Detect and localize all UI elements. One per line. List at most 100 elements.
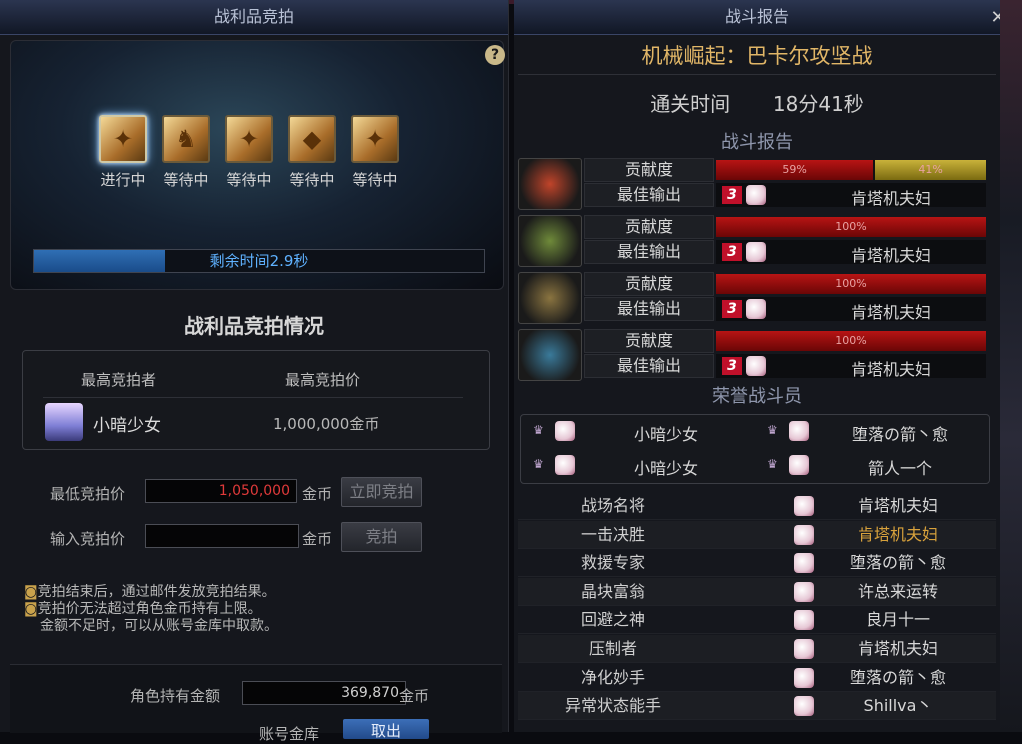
- loot-auction-panel: 战利品竞拍 ? ✦ 进行中 ♞ 等待中 ✦ 等待中 ◆ 等待中 ✦ 等待中 剩余时间2.9秒 战利…: [0, 0, 509, 743]
- highest-bidder-name: 小暗少女: [93, 416, 161, 436]
- auction-status-heading: 战利品竞拍情况: [184, 314, 324, 338]
- boss-row: 贡献度 59% 41% 最佳输出 3 肯塔机夫妇: [518, 158, 988, 210]
- battle-report-title: 战斗报告: [514, 0, 1000, 35]
- min-bid-value: 1,050,000: [218, 483, 290, 499]
- account-vault-label: 账号金库: [259, 725, 320, 743]
- report-section-heading: 战斗报告: [721, 132, 793, 153]
- contribution-segment: 100%: [716, 274, 986, 294]
- contribution-label-cell: 贡献度: [584, 329, 714, 353]
- contribution-bar: 59% 41%: [716, 160, 986, 180]
- award-row: 战场名将 肯塔机夫妇: [518, 492, 996, 520]
- help-icon[interactable]: ?: [485, 45, 505, 65]
- min-bid-field: 1,050,000: [145, 479, 297, 503]
- rank-badge-icon: 3: [722, 186, 742, 204]
- highest-price-header: 最高竞拍价: [285, 371, 361, 389]
- best-dps-label-cell: 最佳输出: [584, 354, 714, 378]
- input-bid-label: 输入竞拍价: [50, 530, 126, 548]
- honor-member-name: 小暗少女: [633, 459, 698, 478]
- battle-report-panel: 战斗报告 ✕ 机械崛起：巴卡尔攻坚战 通关时间 18分41秒 战斗报告 贡献度 5…: [514, 0, 1006, 732]
- char-gold-label: 角色持有金额: [130, 687, 221, 705]
- contribution-percent: 41%: [918, 163, 943, 176]
- award-title: 一击决胜: [580, 524, 645, 544]
- contribution-percent: 100%: [835, 220, 867, 233]
- award-row: 压制者 肯塔机夫妇: [518, 635, 996, 663]
- award-row: 异常状态能手 Shillva丶: [518, 692, 996, 721]
- honor-member-name: 堕落の箭丶愈: [851, 425, 948, 444]
- award-row: 回避之神 良月十一: [518, 606, 996, 635]
- contribution-label: 贡献度: [624, 331, 673, 350]
- best-dps-cell: 3 肯塔机夫妇: [716, 183, 986, 208]
- crest-icon: ♛: [533, 423, 544, 437]
- loot-slot-status: 等待中: [289, 171, 335, 189]
- award-player: 许总来运转: [857, 581, 938, 601]
- honor-box: ♛ 小暗少女 ♛ 堕落の箭丶愈 ♛ 小暗少女 ♛ 箭人一个: [520, 414, 990, 484]
- best-dps-label-cell: 最佳输出: [584, 297, 714, 321]
- contribution-segment: 100%: [716, 331, 986, 351]
- best-dps-player: 肯塔机夫妇: [850, 303, 931, 322]
- loot-item-icon: ✦: [238, 125, 260, 153]
- crest-icon: ♛: [767, 423, 778, 437]
- honor-member: ♛ 箭人一个: [755, 449, 987, 481]
- contribution-label: 贡献度: [624, 217, 673, 236]
- boss-row: 贡献度 100% 最佳输出 3 肯塔机夫妇: [518, 329, 988, 381]
- loot-auction-title: 战利品竞拍: [0, 0, 508, 35]
- best-dps-label-cell: 最佳输出: [584, 240, 714, 264]
- best-dps-cell: 3 肯塔机夫妇: [716, 297, 986, 322]
- withdraw-button[interactable]: 取出: [343, 719, 429, 740]
- loot-slot-icon: ✦: [351, 115, 399, 163]
- boss-ice-icon: [518, 329, 582, 381]
- honor-member: ♛ 堕落の箭丶愈: [755, 415, 987, 447]
- contribution-percent: 59%: [782, 163, 807, 176]
- loot-slot-icon: ♞: [162, 115, 210, 163]
- award-row: 净化妙手 堕落の箭丶愈: [518, 664, 996, 692]
- clear-time-label: 通关时间: [650, 92, 731, 116]
- gold-unit: 金币: [399, 687, 430, 705]
- award-player: Shillva丶: [863, 696, 933, 716]
- bid-button[interactable]: 竞拍: [341, 522, 422, 552]
- crest-icon: ♛: [533, 457, 544, 471]
- best-dps-player: 肯塔机夫妇: [850, 360, 931, 379]
- char-gold-value: 369,870: [341, 685, 399, 701]
- award-row: 救援专家 堕落の箭丶愈: [518, 549, 996, 578]
- loot-item-icon: ♞: [175, 125, 197, 153]
- player-portrait-icon: [555, 455, 575, 475]
- award-player: 堕落の箭丶愈: [849, 553, 946, 573]
- honor-member: ♛ 小暗少女: [521, 415, 753, 447]
- dungeon-name: 机械崛起：巴卡尔攻坚战: [641, 44, 873, 68]
- loot-item-icon: ◆: [302, 125, 322, 153]
- rank-badge-icon: 3: [722, 243, 742, 261]
- gold-unit: 金币: [302, 485, 333, 503]
- bid-input[interactable]: [145, 524, 299, 548]
- player-portrait-icon: [746, 299, 766, 319]
- honor-section-heading: 荣誉战斗员: [712, 386, 802, 407]
- background-strip: [1000, 0, 1022, 732]
- player-portrait-icon: [746, 185, 766, 205]
- contribution-bar: 100%: [716, 217, 986, 237]
- best-dps-cell: 3 肯塔机夫妇: [716, 354, 986, 379]
- rank-badge-icon: 3: [722, 300, 742, 318]
- boss-row: 贡献度 100% 最佳输出 3 肯塔机夫妇: [518, 215, 988, 267]
- auction-notes: ◙竞拍结束后，通过邮件发放竞拍结果。 ◙竞拍价无法超过角色金币持有上限。 金额不…: [24, 584, 484, 635]
- contribution-percent: 100%: [835, 334, 867, 347]
- player-portrait-icon: [789, 421, 809, 441]
- boss-row: 贡献度 100% 最佳输出 3 肯塔机夫妇: [518, 272, 988, 324]
- award-title: 回避之神: [580, 610, 645, 630]
- rank-badge-icon: 3: [722, 357, 742, 375]
- best-dps-cell: 3 肯塔机夫妇: [716, 240, 986, 265]
- clear-time-row: 通关时间 18分41秒: [514, 88, 1000, 117]
- loot-item-icon: ✦: [112, 125, 134, 153]
- contribution-label-cell: 贡献度: [584, 272, 714, 296]
- award-title: 净化妙手: [580, 667, 645, 687]
- award-title: 压制者: [588, 639, 637, 658]
- contribution-bar: 100%: [716, 274, 986, 294]
- award-title: 异常状态能手: [564, 696, 661, 716]
- best-dps-label-cell: 最佳输出: [584, 183, 714, 207]
- crest-icon: ♛: [767, 457, 778, 471]
- loot-slot-icon: ◆: [288, 115, 336, 163]
- contribution-label-cell: 贡献度: [584, 158, 714, 182]
- boss-green-icon: [518, 215, 582, 267]
- buyout-button[interactable]: 立即竞拍: [341, 477, 422, 507]
- boss-gold-icon: [518, 272, 582, 324]
- highest-bidder-header: 最高竞拍者: [81, 371, 157, 389]
- boss-fire-icon: [518, 158, 582, 210]
